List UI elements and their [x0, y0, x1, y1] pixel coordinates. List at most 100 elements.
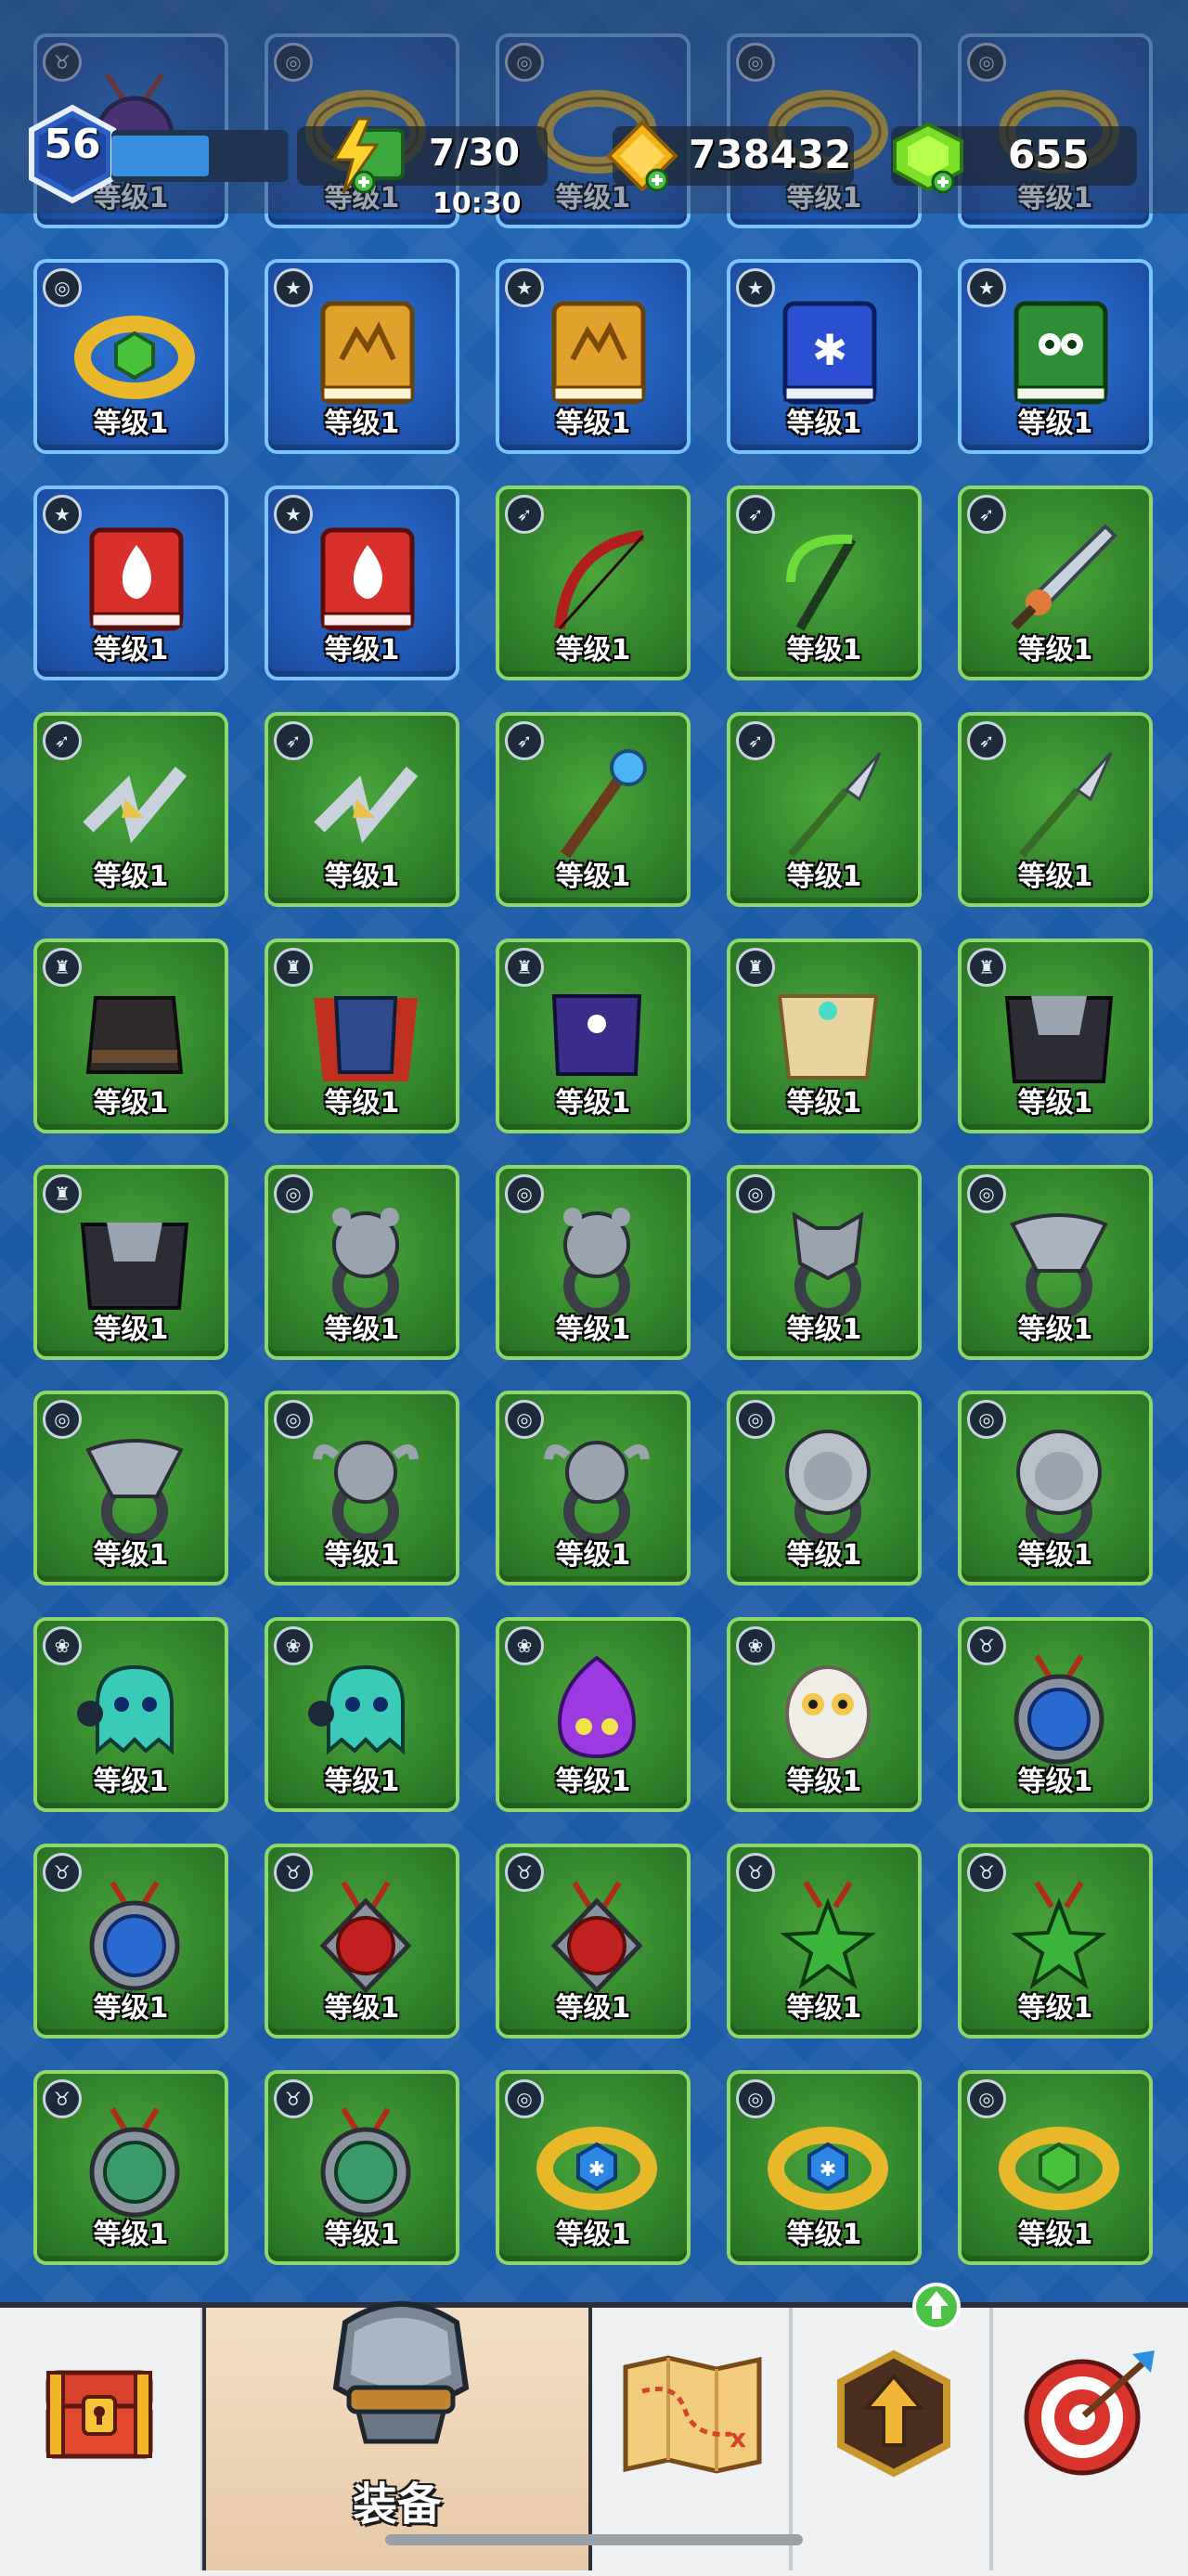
item-level-label: 等级1 [93, 1314, 169, 1346]
item-level-label: 等级1 [786, 1539, 862, 1572]
energy-count: 7/30 [429, 132, 521, 175]
upgrade-available-badge-icon [912, 2283, 961, 2331]
equipment-slot[interactable]: ➶ 等级1 [727, 485, 922, 680]
bracelet-ice-icon: ✱ [536, 2127, 657, 2210]
equipment-slot[interactable]: ♉等级1 [33, 2070, 228, 2265]
equipment-slot[interactable]: ♜ 等级1 [958, 938, 1153, 1133]
item-level-label: 等级1 [555, 1314, 631, 1346]
upgrade-arrow-icon [837, 2349, 950, 2478]
book-ice-icon: ✱ [782, 301, 877, 405]
armor-purple-icon [551, 994, 642, 1076]
map-icon: x [623, 2355, 762, 2474]
equipment-slot[interactable]: ♉等级1 [265, 2070, 459, 2265]
equipment-slot[interactable]: ➶ 等级1 [265, 712, 459, 907]
amulet-monkey-icon [320, 2107, 411, 2218]
item-level-label: 等级1 [324, 634, 400, 667]
gem-count: 655 [1008, 132, 1090, 177]
amulet-wolf-red-icon [319, 1881, 412, 1994]
scythe-icon [786, 534, 857, 631]
book-gold-icon [551, 301, 646, 405]
equipment-slot[interactable]: ◎ ✱ 等级1 [496, 2070, 691, 2265]
equipment-slot[interactable]: ◎等级1 [958, 2070, 1153, 2265]
armor-shadow-icon [1004, 996, 1114, 1083]
bracelet-green-icon [74, 316, 195, 399]
equipment-slot[interactable]: ♜ 等级1 [727, 938, 922, 1133]
ring-lion-icon [785, 1430, 871, 1543]
equipment-slot[interactable]: ◎等级1 [958, 1391, 1153, 1586]
nav-upgrade-button[interactable] [793, 2283, 993, 2570]
item-level-label: 等级1 [93, 1992, 169, 2025]
equipment-slot[interactable]: ◎等级1 [265, 1391, 459, 1586]
equipment-slot[interactable]: ♜ 等级1 [33, 1165, 228, 1360]
equipment-slot[interactable]: ♜ 等级1 [33, 938, 228, 1133]
equipment-slot[interactable]: ★ 等级1 [265, 485, 459, 680]
equipment-slot[interactable]: ❀ 等级1 [727, 1617, 922, 1812]
shuriken-icon [83, 766, 187, 844]
item-level-label: 等级1 [555, 408, 631, 440]
player-level: 56 [44, 121, 101, 168]
equipment-slot[interactable]: ◎等级1 [33, 259, 228, 454]
equipment-slot[interactable]: ♉等级1 [727, 1844, 922, 2039]
equipment-slot[interactable]: ★ 等级1 [33, 485, 228, 680]
equipment-slot[interactable]: ➶ 等级1 [496, 485, 691, 680]
item-level-label: 等级1 [1017, 634, 1093, 667]
equipment-slot[interactable]: ♜ 等级1 [496, 938, 691, 1133]
ring-lion-icon [1016, 1430, 1102, 1543]
item-level-label: 等级1 [1017, 861, 1093, 893]
item-level-label: 等级1 [1017, 2219, 1093, 2251]
equipment-slot[interactable]: ♉等级1 [958, 1844, 1153, 2039]
armor-red-icon [314, 996, 418, 1081]
equipment-slot[interactable]: ❀ 等级1 [33, 1617, 228, 1812]
item-level-label: 等级1 [1017, 1314, 1093, 1346]
nav-challenge-button[interactable] [993, 2308, 1188, 2570]
nav-shop-button[interactable] [0, 2308, 204, 2570]
treasure-chest-icon [45, 2370, 153, 2459]
item-level-label: 等级1 [555, 861, 631, 893]
equipment-slot[interactable]: ★ 等级1 [265, 259, 459, 454]
equipment-slot[interactable]: ◎等级1 [727, 1165, 922, 1360]
equipment-slot[interactable]: ◎等级1 [265, 1165, 459, 1360]
item-level-label: 等级1 [93, 1539, 169, 1572]
equipment-slot[interactable]: ♉等级1 [496, 1844, 691, 2039]
equipment-slot[interactable]: ♉等级1 [33, 1844, 228, 2039]
equipment-slot[interactable]: ◎等级1 [496, 1165, 691, 1360]
svg-text:✱: ✱ [812, 325, 848, 375]
equipment-slot[interactable]: ◎等级1 [958, 1165, 1153, 1360]
equipment-slot[interactable]: ◎等级1 [496, 1391, 691, 1586]
equipment-slot[interactable]: ◎ ✱ 等级1 [727, 2070, 922, 2265]
gold-coin-icon [606, 120, 678, 192]
item-level-label: 等级1 [786, 1314, 862, 1346]
amulet-monkey-icon [89, 2107, 180, 2218]
item-level-label: 等级1 [93, 408, 169, 440]
item-level-label: 等级1 [786, 408, 862, 440]
equipment-slot[interactable]: ❀ 等级1 [496, 1617, 691, 1812]
book-fire-icon [320, 527, 415, 631]
nav-equipment-label: 装备 [352, 2479, 442, 2531]
shuriken-icon [314, 766, 419, 844]
equipment-slot[interactable]: ➶ 等级1 [958, 712, 1153, 907]
nav-map-button[interactable]: x [592, 2308, 793, 2570]
equipment-slot[interactable]: ➶ 等级1 [727, 712, 922, 907]
home-indicator [385, 2534, 803, 2545]
equipment-slot[interactable]: ♉等级1 [265, 1844, 459, 2039]
nav-equipment-button[interactable]: 装备 [202, 2301, 592, 2570]
equipment-slot[interactable]: ◎等级1 [33, 1391, 228, 1586]
sword-spiked-icon [1011, 524, 1117, 630]
item-level-label: 等级1 [555, 1087, 631, 1120]
equipment-slot[interactable]: ♉等级1 [958, 1617, 1153, 1812]
equipment-slot[interactable]: ◎等级1 [727, 1391, 922, 1586]
equipment-slot[interactable]: ★ 等级1 [496, 259, 691, 454]
item-level-label: 等级1 [786, 1087, 862, 1120]
equipment-slot[interactable]: ♜ 等级1 [265, 938, 459, 1133]
equipment-slot[interactable]: ➶ 等级1 [33, 712, 228, 907]
energy-icon [331, 117, 405, 194]
top-hud: 56 7/30 10:30 738432 655 [0, 0, 1188, 220]
equipment-slot[interactable]: ➶ 等级1 [496, 712, 691, 907]
equipment-slot[interactable]: ★ ✱ 等级1 [727, 259, 922, 454]
item-level-label: 等级1 [555, 1992, 631, 2025]
equipment-slot[interactable]: ➶ 等级1 [958, 485, 1153, 680]
item-level-label: 等级1 [324, 1766, 400, 1798]
equipment-slot[interactable]: ❀ 等级1 [265, 1617, 459, 1812]
amulet-moon-icon [89, 1881, 180, 1991]
equipment-slot[interactable]: ★ 等级1 [958, 259, 1153, 454]
